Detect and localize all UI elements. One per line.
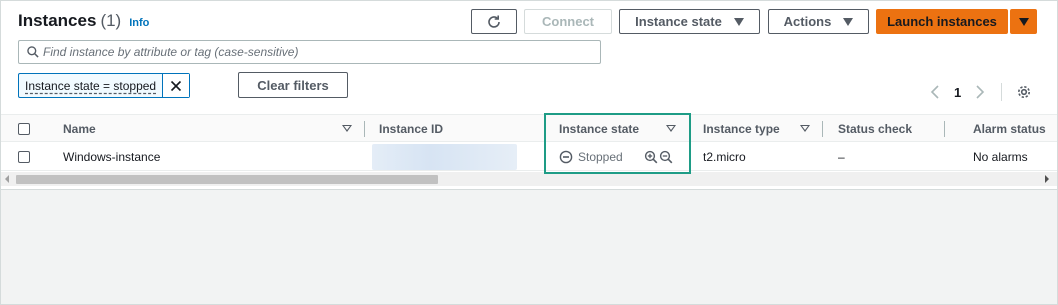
pagination: 1 (930, 82, 1032, 102)
column-header-alarm-status[interactable]: Alarm status (973, 115, 1046, 143)
column-divider[interactable] (822, 121, 823, 137)
launch-options-dropdown[interactable] (1010, 9, 1037, 34)
actions-label: Actions (783, 14, 832, 29)
actions-dropdown[interactable]: Actions (768, 9, 869, 34)
refresh-button[interactable] (471, 9, 517, 34)
search-box (18, 40, 601, 64)
refresh-icon (488, 15, 500, 28)
title-text: Instances (18, 11, 97, 30)
caret-down-icon (843, 17, 854, 26)
info-link[interactable]: Info (129, 17, 149, 29)
chevron-right-icon[interactable] (975, 85, 985, 99)
cell-status-check: – (838, 149, 845, 164)
zoom-out-icon[interactable] (659, 150, 673, 164)
gear-icon[interactable] (1016, 84, 1032, 100)
column-header-instance-id[interactable]: Instance ID (379, 115, 443, 143)
instance-state-dropdown[interactable]: Instance state (619, 9, 760, 34)
column-header-instance-type[interactable]: Instance type (703, 115, 780, 143)
column-header-instance-state[interactable]: Instance state (559, 115, 639, 143)
zoom-in-icon[interactable] (644, 150, 658, 164)
horizontal-scrollbar[interactable] (0, 172, 1058, 186)
close-icon (171, 80, 182, 91)
sort-icon[interactable] (342, 125, 352, 132)
launch-instances-button[interactable]: Launch instances (876, 9, 1008, 34)
scrollbar-thumb[interactable] (16, 175, 438, 184)
column-divider[interactable] (944, 121, 945, 137)
column-divider[interactable] (689, 121, 690, 137)
clear-filters-label: Clear filters (257, 77, 329, 93)
stopped-status-icon (559, 150, 573, 163)
state-text: Stopped (578, 149, 623, 164)
connect-label: Connect (542, 14, 594, 29)
table-row[interactable]: Windows-instance Stopped t2.micro – No a… (0, 142, 1058, 171)
cell-alarm-status: No alarms (973, 149, 1028, 164)
column-divider[interactable] (364, 121, 365, 137)
page-title: Instances (1) Info (18, 11, 149, 31)
cell-instance-type: t2.micro (703, 149, 746, 164)
filter-token: Instance state = stopped (18, 73, 191, 98)
search-input[interactable] (39, 42, 600, 62)
sort-icon[interactable] (666, 125, 676, 132)
column-divider[interactable] (545, 121, 546, 137)
instances-panel: Instances (1) Info Connect Instance state … (0, 0, 1058, 190)
instance-count: (1) (100, 11, 122, 30)
zoom-controls (644, 142, 673, 171)
caret-down-icon (1018, 17, 1029, 26)
filter-token-label[interactable]: Instance state = stopped (19, 74, 164, 97)
connect-button[interactable]: Connect (524, 9, 612, 34)
column-header-status-check[interactable]: Status check (838, 115, 912, 143)
remove-filter-button[interactable] (163, 74, 190, 97)
column-header-name[interactable]: Name (63, 115, 96, 143)
launch-label: Launch instances (887, 14, 997, 29)
clear-filters-button[interactable]: Clear filters (238, 72, 348, 98)
cell-instance-state: Stopped (559, 142, 623, 171)
caret-down-icon (733, 17, 744, 26)
pager-divider (1001, 83, 1003, 101)
page-number[interactable]: 1 (954, 85, 961, 100)
scroll-right-icon[interactable] (1045, 175, 1049, 183)
chevron-left-icon[interactable] (930, 85, 940, 99)
sort-icon[interactable] (800, 125, 810, 132)
instance-state-label: Instance state (635, 14, 722, 29)
scroll-left-icon[interactable] (5, 175, 9, 183)
search-icon (27, 46, 39, 58)
cell-name: Windows-instance (63, 149, 161, 164)
row-checkbox[interactable] (18, 151, 30, 163)
instance-id-redacted (372, 144, 517, 170)
table-header: Name Instance ID Instance state Instance… (0, 114, 1058, 142)
select-all-checkbox[interactable] (18, 123, 30, 135)
